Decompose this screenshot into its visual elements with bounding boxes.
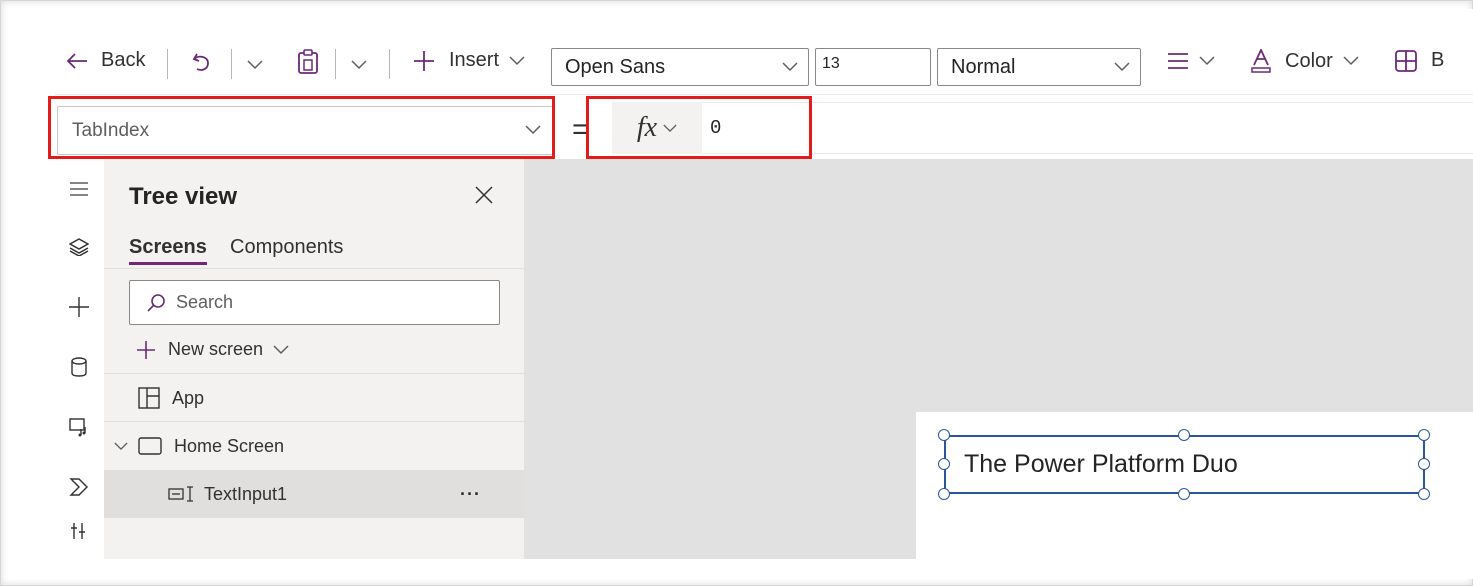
toolbar-bottom-border <box>55 94 1473 95</box>
chevron-down-icon <box>273 342 289 358</box>
new-screen-label: New screen <box>168 339 264 359</box>
border-label: B <box>1431 49 1445 71</box>
property-value: TabIndex <box>72 119 150 141</box>
insert-button[interactable]: Insert <box>413 49 525 72</box>
close-icon[interactable] <box>474 181 494 212</box>
more-options-icon[interactable]: ··· <box>460 484 481 505</box>
fx-icon: fx <box>636 112 658 143</box>
insert-label: Insert <box>449 49 500 71</box>
formula-input[interactable]: 0 <box>702 102 1473 154</box>
color-label: Color <box>1285 49 1333 72</box>
font-color-icon <box>1251 49 1271 73</box>
font-family-select[interactable]: Open Sans <box>551 48 809 86</box>
undo-button[interactable] <box>191 51 213 73</box>
tree-item-home-screen[interactable]: Home Screen <box>104 422 524 470</box>
screen-icon <box>138 437 162 455</box>
align-icon <box>1167 52 1189 70</box>
text-input-icon <box>168 485 194 503</box>
resize-handle[interactable] <box>1418 429 1430 441</box>
tree-view-title: Tree view <box>129 183 238 210</box>
app-window: Back Insert Open Sans 13 Normal Color B … <box>0 0 1473 586</box>
tree-item-textinput1[interactable]: TextInput1 ··· <box>104 470 524 518</box>
font-weight-value: Normal <box>951 55 1016 78</box>
tree-view-panel: Tree view Screens Components Search New … <box>104 159 524 559</box>
paste-dropdown[interactable] <box>351 57 367 73</box>
text-align-button[interactable] <box>1167 52 1215 70</box>
tabs-divider <box>104 268 524 269</box>
color-button[interactable]: Color <box>1251 49 1359 73</box>
plus-icon <box>136 340 156 360</box>
tab-components[interactable]: Components <box>230 236 343 259</box>
tree-item-app[interactable]: App <box>104 374 524 422</box>
paste-button[interactable] <box>297 49 319 75</box>
border-icon <box>1395 49 1417 72</box>
app-grid-icon <box>138 387 160 409</box>
hamburger-menu-icon[interactable] <box>55 163 103 215</box>
layers-icon[interactable] <box>55 221 103 273</box>
search-icon <box>146 293 166 313</box>
search-placeholder: Search <box>176 292 234 312</box>
clipboard-icon <box>297 49 319 75</box>
chevron-down-icon <box>509 53 525 69</box>
undo-dropdown[interactable] <box>247 57 263 73</box>
resize-handle[interactable] <box>1418 458 1430 470</box>
chevron-down-icon <box>1343 53 1359 69</box>
font-size-value: 13 <box>822 55 840 72</box>
resize-handle[interactable] <box>1178 429 1190 441</box>
resize-handle[interactable] <box>938 488 950 500</box>
chevron-down-icon <box>525 122 541 140</box>
media-icon[interactable] <box>55 401 103 453</box>
resize-handle[interactable] <box>938 458 950 470</box>
back-button[interactable]: Back <box>65 49 145 72</box>
database-icon[interactable] <box>55 341 103 393</box>
power-apps-studio: Back Insert Open Sans 13 Normal Color B … <box>15 9 1473 579</box>
new-screen-button[interactable]: New screen <box>136 339 289 360</box>
undo-icon <box>191 51 213 73</box>
toolbar-divider <box>167 49 168 79</box>
resize-handle[interactable] <box>938 429 950 441</box>
font-weight-select[interactable]: Normal <box>937 48 1141 86</box>
plus-icon <box>413 50 435 72</box>
resize-handle[interactable] <box>1178 488 1190 500</box>
chevron-down-icon <box>782 59 798 75</box>
toolbar-divider <box>389 49 390 79</box>
tree-item-label: TextInput1 <box>204 483 288 504</box>
chevron-down-icon[interactable] <box>114 442 128 451</box>
chevron-down-icon <box>1199 53 1215 69</box>
left-rail <box>55 159 103 559</box>
tree-item-label: App <box>172 387 205 408</box>
arrow-left-icon <box>65 51 89 71</box>
chevron-down-icon <box>663 121 677 136</box>
insert-plus-icon[interactable] <box>55 281 103 333</box>
font-size-input[interactable]: 13 <box>815 48 931 86</box>
power-automate-icon[interactable] <box>55 461 103 513</box>
property-select[interactable]: TabIndex <box>57 106 554 155</box>
fx-button[interactable]: fx <box>612 102 702 154</box>
tree-item-label: Home Screen <box>174 435 285 456</box>
toolbar-divider <box>231 49 232 79</box>
formula-value: 0 <box>710 117 722 139</box>
resize-handle[interactable] <box>1418 488 1430 500</box>
advanced-tools-icon[interactable] <box>55 511 103 551</box>
chevron-down-icon <box>351 57 367 73</box>
border-button[interactable]: B <box>1395 49 1444 72</box>
text-input-value: The Power Platform Duo <box>964 450 1238 478</box>
chevron-down-icon <box>1114 59 1130 75</box>
search-input[interactable]: Search <box>129 280 500 325</box>
tab-screens[interactable]: Screens <box>129 236 207 265</box>
textinput1-control[interactable]: The Power Platform Duo <box>944 435 1425 494</box>
chevron-down-icon <box>247 57 263 73</box>
font-family-value: Open Sans <box>565 55 666 78</box>
equals-sign: = <box>572 113 590 146</box>
toolbar-divider <box>335 49 336 79</box>
back-label: Back <box>101 49 146 71</box>
